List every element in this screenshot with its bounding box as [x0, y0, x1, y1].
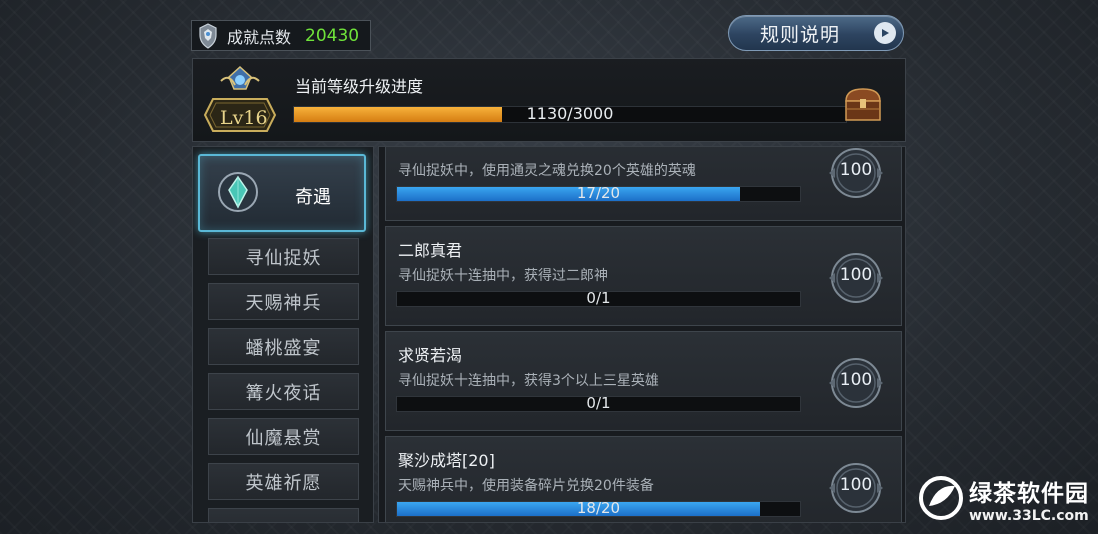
achievement-progress-text: 18/20 — [576, 499, 621, 517]
sidebar-item-tianci[interactable]: 天赐神兵 — [208, 283, 359, 320]
achievement-list[interactable]: 寻仙捉妖中，使用通灵之魂兑换20个英雄的英魂 17/20 100 二郎真君 寻仙… — [378, 146, 906, 523]
sidebar-item-label: 仙魔悬赏 — [245, 427, 322, 449]
achievement-progress-bar: 17/20 — [396, 184, 801, 202]
reward-value: 100 — [839, 370, 873, 390]
achievement-title: 求贤若渴 — [398, 346, 463, 365]
achievement-title: 聚沙成塔[20] — [398, 451, 495, 470]
reward-medal-icon: 100 — [821, 147, 891, 208]
site-watermark: 绿茶软件园 www.33LC.com — [915, 472, 1095, 530]
sidebar-item-yingxiong[interactable]: 英雄祈愿 — [208, 463, 359, 500]
sidebar-item-partial[interactable] — [208, 508, 359, 522]
level-progress-bar: 1130/3000 — [293, 104, 847, 123]
achievement-desc: 寻仙捉妖中，使用通灵之魂兑换20个英雄的英魂 — [398, 163, 696, 179]
achievement-card[interactable]: 寻仙捉妖中，使用通灵之魂兑换20个英雄的英魂 17/20 100 — [385, 147, 902, 221]
level-badge: Lv16 — [199, 63, 281, 141]
category-sidebar: 奇遇 寻仙捉妖 天赐神兵 蟠桃盛宴 篝火夜话 仙魔悬赏 英雄祈愿 — [192, 146, 374, 523]
reward-medal-icon: 100 — [821, 243, 891, 313]
achievement-desc: 寻仙捉妖十连抽中，获得过二郎神 — [398, 268, 608, 284]
reward-value: 100 — [839, 160, 873, 180]
reward-value: 100 — [839, 265, 873, 285]
level-text: Lv16 — [220, 107, 268, 129]
achievement-progress-bar: 18/20 — [396, 499, 801, 517]
achievement-progress-bar: 0/1 — [396, 289, 801, 307]
level-progress-panel: Lv16 当前等级升级进度 1130/3000 — [192, 58, 906, 142]
jade-gem-icon — [214, 168, 262, 216]
sidebar-item-label: 天赐神兵 — [245, 292, 322, 314]
sidebar-item-label: 寻仙捉妖 — [245, 247, 322, 269]
sidebar-item-xianmo[interactable]: 仙魔悬赏 — [208, 418, 359, 455]
level-progress-text: 1130/3000 — [526, 104, 614, 123]
treasure-chest-icon[interactable] — [841, 85, 885, 125]
achievement-desc: 天赐神兵中，使用装备碎片兑换20件装备 — [398, 478, 654, 494]
reward-medal-icon: 100 — [821, 453, 891, 522]
achievement-card[interactable]: 求贤若渴 寻仙捉妖十连抽中，获得3个以上三星英雄 0/1 100 — [385, 331, 902, 431]
level-title: 当前等级升级进度 — [295, 77, 424, 96]
achievement-card[interactable]: 聚沙成塔[20] 天赐神兵中，使用装备碎片兑换20件装备 18/20 100 — [385, 436, 902, 522]
achievement-progress-text: 17/20 — [576, 184, 621, 202]
achievement-card[interactable]: 二郎真君 寻仙捉妖十连抽中，获得过二郎神 0/1 100 — [385, 226, 902, 326]
leaf-logo-icon — [917, 474, 965, 522]
trophy-icon — [195, 22, 221, 49]
play-arrow-icon — [874, 22, 896, 44]
level-emblem-icon — [203, 65, 277, 132]
watermark-text: 绿茶软件园 — [969, 481, 1089, 507]
sidebar-item-active[interactable]: 奇遇 — [198, 154, 366, 232]
reward-medal-icon: 100 — [821, 348, 891, 418]
sidebar-item-label: 篝火夜话 — [245, 382, 322, 404]
achievement-progress-bar: 0/1 — [396, 394, 801, 412]
points-label: 成就点数 — [227, 27, 292, 47]
sidebar-item-xunxian[interactable]: 寻仙捉妖 — [208, 238, 359, 275]
sidebar-active-label: 奇遇 — [295, 187, 331, 208]
sidebar-item-label: 蟠桃盛宴 — [245, 337, 322, 359]
sidebar-item-gouhuo[interactable]: 篝火夜话 — [208, 373, 359, 410]
watermark-url: www.33LC.com — [969, 508, 1089, 524]
achievement-title: 二郎真君 — [398, 241, 463, 260]
achievement-desc: 寻仙捉妖十连抽中，获得3个以上三星英雄 — [398, 373, 659, 389]
sidebar-item-label: 英雄祈愿 — [245, 472, 322, 494]
reward-value: 100 — [839, 475, 873, 495]
points-value: 20430 — [305, 25, 360, 46]
achievement-progress-text: 0/1 — [586, 394, 611, 412]
achievement-points-box: 成就点数 20430 — [191, 20, 371, 51]
achievement-progress-text: 0/1 — [586, 289, 611, 307]
sidebar-item-pantao[interactable]: 蟠桃盛宴 — [208, 328, 359, 365]
rules-button[interactable]: 规则说明 — [728, 15, 904, 51]
rules-label: 规则说明 — [760, 23, 841, 46]
